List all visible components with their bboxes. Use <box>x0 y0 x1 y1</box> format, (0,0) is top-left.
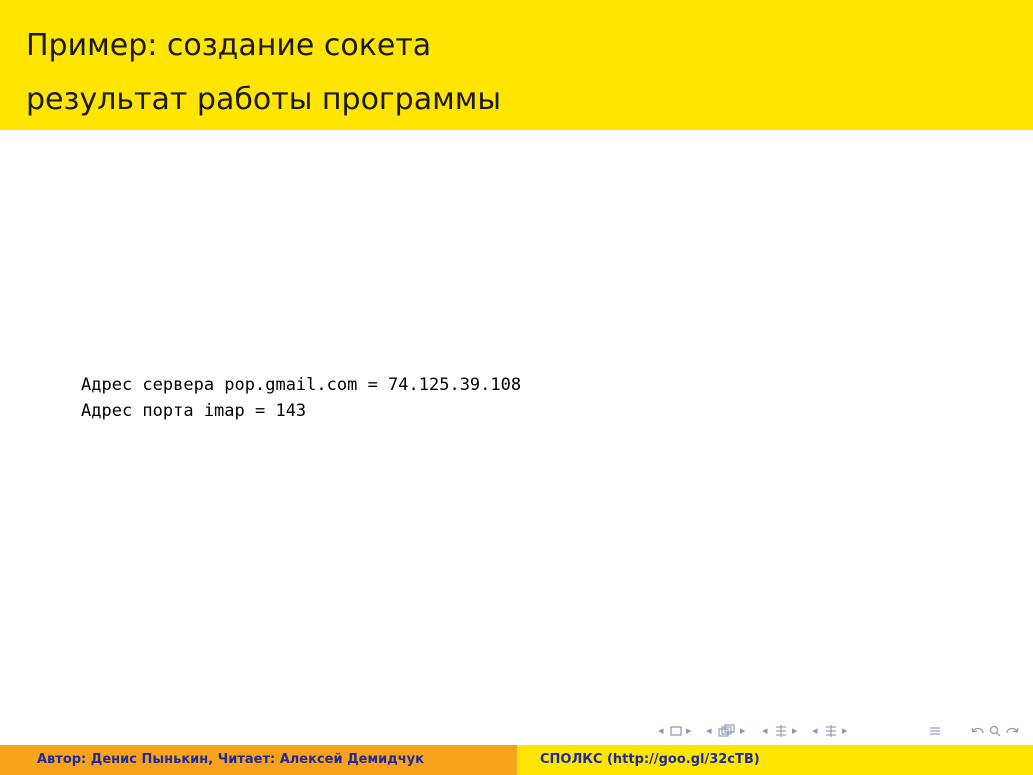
back-icon[interactable] <box>970 724 986 742</box>
beamer-navigation-bar: ◂ ▸ ◂ ▸ ◂ ▸ ◂ ▸ <box>658 722 1028 740</box>
frame-icon[interactable] <box>670 725 682 743</box>
arrow-left-icon[interactable]: ◂ <box>706 722 712 740</box>
arrow-right-icon[interactable]: ▸ <box>740 722 746 740</box>
program-output: Адрес сервера pop.gmail.com = 74.125.39.… <box>81 372 521 424</box>
align-icon[interactable] <box>928 724 942 742</box>
output-line-port: Адрес порта imap = 143 <box>81 401 307 421</box>
footer-author: Автор: Денис Пынькин, Читает: Алексей Де… <box>37 752 424 767</box>
slide-title-line-2: результат работы программы <box>26 82 502 117</box>
arrow-left-icon[interactable]: ◂ <box>812 722 818 740</box>
arrow-right-icon[interactable]: ▸ <box>792 722 798 740</box>
output-line-server-address: Адрес сервера pop.gmail.com = 74.125.39.… <box>81 375 522 395</box>
document-icon[interactable] <box>824 724 838 742</box>
arrow-right-icon[interactable]: ▸ <box>842 722 848 740</box>
footer-author-panel: Автор: Денис Пынькин, Читает: Алексей Де… <box>0 745 517 775</box>
search-icon[interactable] <box>988 724 1002 742</box>
slide-footer: Автор: Денис Пынькин, Читает: Алексей Де… <box>0 745 1033 775</box>
arrow-left-icon[interactable]: ◂ <box>762 722 768 740</box>
arrow-left-icon[interactable]: ◂ <box>658 722 664 740</box>
footer-course: СПОЛКС (http://goo.gl/32cTB) <box>540 752 760 767</box>
section-icon[interactable] <box>774 724 788 742</box>
forward-icon[interactable] <box>1004 724 1020 742</box>
subsection-icon[interactable] <box>718 724 736 742</box>
slide-header: Пример: создание сокета результат работы… <box>0 0 1033 130</box>
footer-course-panel: СПОЛКС (http://goo.gl/32cTB) <box>517 745 1033 775</box>
slide-title-line-1: Пример: создание сокета <box>26 28 432 63</box>
arrow-right-icon[interactable]: ▸ <box>686 722 692 740</box>
